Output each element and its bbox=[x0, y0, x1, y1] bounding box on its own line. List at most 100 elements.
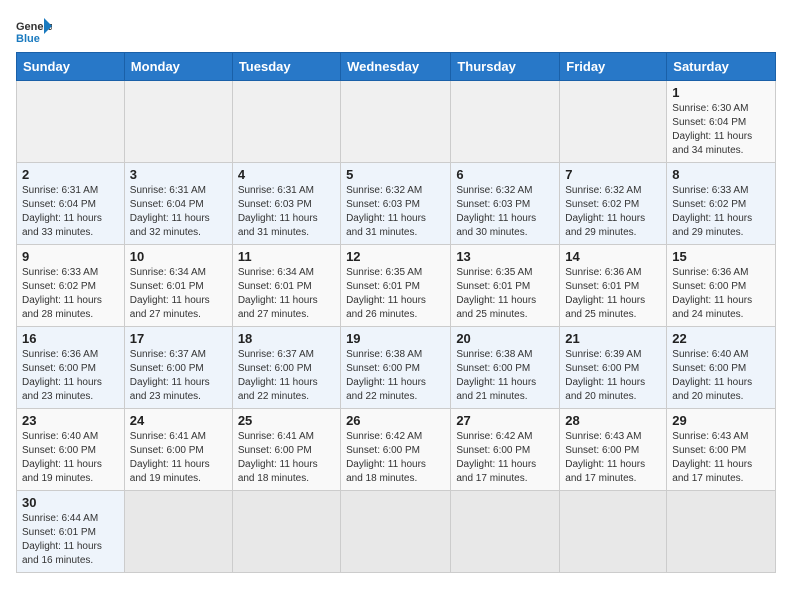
day-info: Sunrise: 6:42 AM Sunset: 6:00 PM Dayligh… bbox=[456, 430, 554, 486]
day-info: Sunrise: 6:44 AM Sunset: 6:01 PM Dayligh… bbox=[22, 512, 119, 568]
calendar-cell: 10 Sunrise: 6:34 AM Sunset: 6:01 PM Dayli… bbox=[124, 245, 232, 327]
day-number: 30 bbox=[22, 495, 119, 510]
calendar-cell: 25 Sunrise: 6:41 AM Sunset: 6:00 PM Dayli… bbox=[232, 409, 340, 491]
weekday-header-monday: Monday bbox=[124, 53, 232, 81]
calendar-cell: 8Sunrise: 6:33 AM Sunset: 6:02 PM Daylig… bbox=[667, 163, 776, 245]
day-number: 28 bbox=[565, 413, 661, 428]
day-number: 22 bbox=[672, 331, 770, 346]
day-info: Sunrise: 6:36 AM Sunset: 6:00 PM Dayligh… bbox=[22, 348, 119, 404]
calendar-cell: 5 Sunrise: 6:32 AM Sunset: 6:03 PM Daylig… bbox=[341, 163, 451, 245]
day-info: Sunrise: 6:32 AM Sunset: 6:03 PM Dayligh… bbox=[346, 184, 445, 240]
calendar-cell: 6 Sunrise: 6:32 AM Sunset: 6:03 PM Daylig… bbox=[451, 163, 560, 245]
day-number: 11 bbox=[238, 249, 335, 264]
page-header: General Blue bbox=[16, 16, 776, 44]
day-number: 27 bbox=[456, 413, 554, 428]
day-info: Sunrise: 6:31 AM Sunset: 6:04 PM Dayligh… bbox=[22, 184, 119, 240]
calendar-cell: 16 Sunrise: 6:36 AM Sunset: 6:00 PM Dayli… bbox=[17, 327, 125, 409]
weekday-header-row: SundayMondayTuesdayWednesdayThursdayFrid… bbox=[17, 53, 776, 81]
calendar-cell: 21 Sunrise: 6:39 AM Sunset: 6:00 PM Dayli… bbox=[560, 327, 667, 409]
day-number: 3 bbox=[130, 167, 227, 182]
calendar-cell bbox=[232, 81, 340, 163]
calendar-cell: 30 Sunrise: 6:44 AM Sunset: 6:01 PM Dayli… bbox=[17, 491, 125, 573]
day-number: 10 bbox=[130, 249, 227, 264]
calendar-cell bbox=[451, 81, 560, 163]
day-number: 16 bbox=[22, 331, 119, 346]
calendar-cell bbox=[341, 491, 451, 573]
calendar-cell bbox=[560, 491, 667, 573]
calendar-cell: 7 Sunrise: 6:32 AM Sunset: 6:02 PM Daylig… bbox=[560, 163, 667, 245]
day-info: Sunrise: 6:32 AM Sunset: 6:03 PM Dayligh… bbox=[456, 184, 554, 240]
calendar-cell: 4 Sunrise: 6:31 AM Sunset: 6:03 PM Daylig… bbox=[232, 163, 340, 245]
calendar-cell bbox=[17, 81, 125, 163]
calendar-cell: 22 Sunrise: 6:40 AM Sunset: 6:00 PM Dayli… bbox=[667, 327, 776, 409]
day-info: Sunrise: 6:43 AM Sunset: 6:00 PM Dayligh… bbox=[565, 430, 661, 486]
calendar-cell: 26Sunrise: 6:42 AM Sunset: 6:00 PM Dayli… bbox=[341, 409, 451, 491]
calendar-cell: 12 Sunrise: 6:35 AM Sunset: 6:01 PM Dayli… bbox=[341, 245, 451, 327]
calendar-cell: 9 Sunrise: 6:33 AM Sunset: 6:02 PM Daylig… bbox=[17, 245, 125, 327]
day-info: Sunrise: 6:37 AM Sunset: 6:00 PM Dayligh… bbox=[238, 348, 335, 404]
day-number: 13 bbox=[456, 249, 554, 264]
calendar-cell: 14Sunrise: 6:36 AM Sunset: 6:01 PM Dayli… bbox=[560, 245, 667, 327]
day-number: 15 bbox=[672, 249, 770, 264]
day-number: 5 bbox=[346, 167, 445, 182]
day-number: 20 bbox=[456, 331, 554, 346]
day-info: Sunrise: 6:31 AM Sunset: 6:03 PM Dayligh… bbox=[238, 184, 335, 240]
calendar-cell bbox=[341, 81, 451, 163]
day-info: Sunrise: 6:40 AM Sunset: 6:00 PM Dayligh… bbox=[672, 348, 770, 404]
day-number: 9 bbox=[22, 249, 119, 264]
calendar-cell: 13Sunrise: 6:35 AM Sunset: 6:01 PM Dayli… bbox=[451, 245, 560, 327]
day-info: Sunrise: 6:30 AM Sunset: 6:04 PM Dayligh… bbox=[672, 102, 770, 158]
weekday-header-sunday: Sunday bbox=[17, 53, 125, 81]
weekday-header-saturday: Saturday bbox=[667, 53, 776, 81]
logo-icon: General Blue bbox=[16, 16, 52, 44]
calendar-cell: 19 Sunrise: 6:38 AM Sunset: 6:00 PM Dayli… bbox=[341, 327, 451, 409]
day-number: 19 bbox=[346, 331, 445, 346]
calendar-table: SundayMondayTuesdayWednesdayThursdayFrid… bbox=[16, 52, 776, 573]
day-info: Sunrise: 6:36 AM Sunset: 6:00 PM Dayligh… bbox=[672, 266, 770, 322]
weekday-header-tuesday: Tuesday bbox=[232, 53, 340, 81]
day-info: Sunrise: 6:34 AM Sunset: 6:01 PM Dayligh… bbox=[130, 266, 227, 322]
day-number: 7 bbox=[565, 167, 661, 182]
calendar-cell bbox=[124, 491, 232, 573]
day-info: Sunrise: 6:38 AM Sunset: 6:00 PM Dayligh… bbox=[346, 348, 445, 404]
day-number: 23 bbox=[22, 413, 119, 428]
day-number: 2 bbox=[22, 167, 119, 182]
day-number: 21 bbox=[565, 331, 661, 346]
day-info: Sunrise: 6:43 AM Sunset: 6:00 PM Dayligh… bbox=[672, 430, 770, 486]
day-number: 18 bbox=[238, 331, 335, 346]
day-info: Sunrise: 6:42 AM Sunset: 6:00 PM Dayligh… bbox=[346, 430, 445, 486]
calendar-cell bbox=[560, 81, 667, 163]
calendar-cell: 2 Sunrise: 6:31 AM Sunset: 6:04 PM Daylig… bbox=[17, 163, 125, 245]
day-number: 29 bbox=[672, 413, 770, 428]
calendar-week-row: 30 Sunrise: 6:44 AM Sunset: 6:01 PM Dayli… bbox=[17, 491, 776, 573]
calendar-cell: 11 Sunrise: 6:34 AM Sunset: 6:01 PM Dayli… bbox=[232, 245, 340, 327]
day-number: 6 bbox=[456, 167, 554, 182]
calendar-cell: 20Sunrise: 6:38 AM Sunset: 6:00 PM Dayli… bbox=[451, 327, 560, 409]
day-info: Sunrise: 6:34 AM Sunset: 6:01 PM Dayligh… bbox=[238, 266, 335, 322]
calendar-cell bbox=[232, 491, 340, 573]
calendar-cell: 18 Sunrise: 6:37 AM Sunset: 6:00 PM Dayli… bbox=[232, 327, 340, 409]
calendar-cell: 24Sunrise: 6:41 AM Sunset: 6:00 PM Dayli… bbox=[124, 409, 232, 491]
day-number: 12 bbox=[346, 249, 445, 264]
day-info: Sunrise: 6:33 AM Sunset: 6:02 PM Dayligh… bbox=[22, 266, 119, 322]
day-number: 17 bbox=[130, 331, 227, 346]
calendar-cell: 23Sunrise: 6:40 AM Sunset: 6:00 PM Dayli… bbox=[17, 409, 125, 491]
day-info: Sunrise: 6:41 AM Sunset: 6:00 PM Dayligh… bbox=[238, 430, 335, 486]
day-info: Sunrise: 6:32 AM Sunset: 6:02 PM Dayligh… bbox=[565, 184, 661, 240]
calendar-cell: 17Sunrise: 6:37 AM Sunset: 6:00 PM Dayli… bbox=[124, 327, 232, 409]
day-info: Sunrise: 6:35 AM Sunset: 6:01 PM Dayligh… bbox=[346, 266, 445, 322]
calendar-week-row: 9 Sunrise: 6:33 AM Sunset: 6:02 PM Daylig… bbox=[17, 245, 776, 327]
calendar-week-row: 1Sunrise: 6:30 AM Sunset: 6:04 PM Daylig… bbox=[17, 81, 776, 163]
calendar-cell bbox=[667, 491, 776, 573]
day-info: Sunrise: 6:33 AM Sunset: 6:02 PM Dayligh… bbox=[672, 184, 770, 240]
calendar-week-row: 23Sunrise: 6:40 AM Sunset: 6:00 PM Dayli… bbox=[17, 409, 776, 491]
day-number: 25 bbox=[238, 413, 335, 428]
weekday-header-wednesday: Wednesday bbox=[341, 53, 451, 81]
day-number: 4 bbox=[238, 167, 335, 182]
weekday-header-thursday: Thursday bbox=[451, 53, 560, 81]
calendar-cell bbox=[124, 81, 232, 163]
day-info: Sunrise: 6:39 AM Sunset: 6:00 PM Dayligh… bbox=[565, 348, 661, 404]
day-info: Sunrise: 6:31 AM Sunset: 6:04 PM Dayligh… bbox=[130, 184, 227, 240]
calendar-cell: 3 Sunrise: 6:31 AM Sunset: 6:04 PM Daylig… bbox=[124, 163, 232, 245]
calendar-cell: 28 Sunrise: 6:43 AM Sunset: 6:00 PM Dayli… bbox=[560, 409, 667, 491]
